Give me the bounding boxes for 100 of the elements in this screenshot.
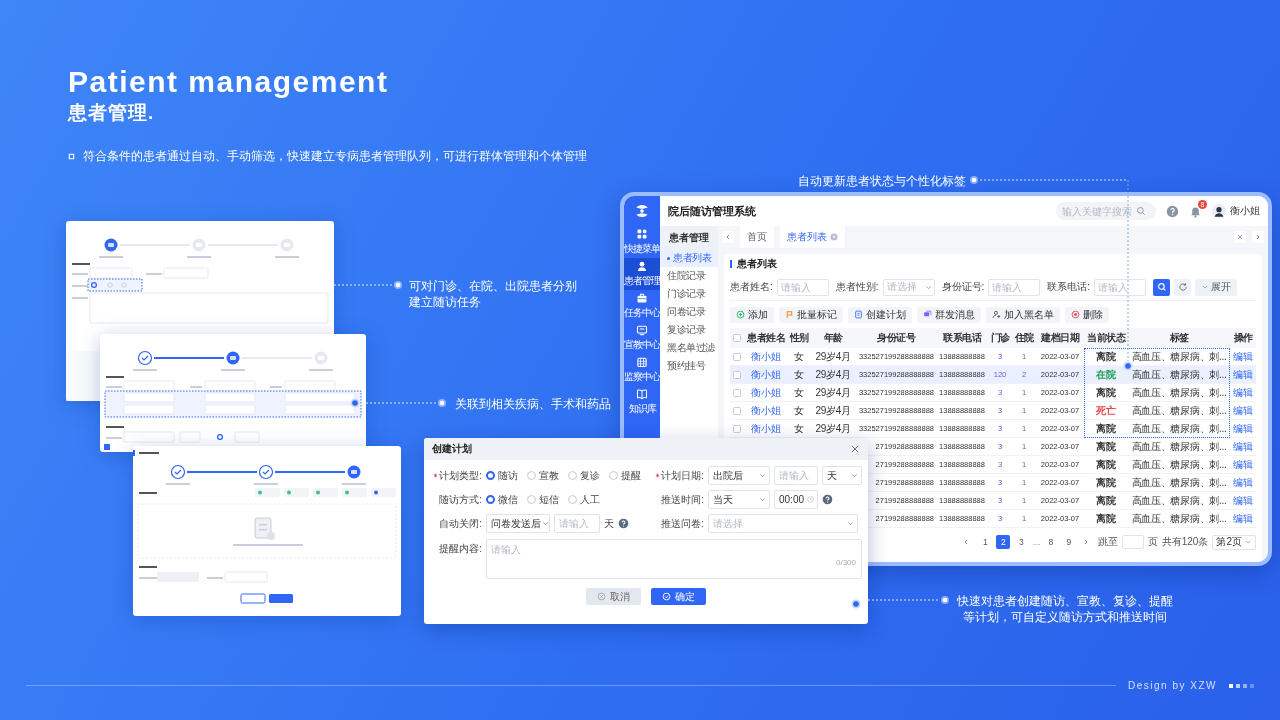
patient-name-link[interactable]: 衡小姐 bbox=[751, 403, 781, 418]
patient-name-link[interactable]: 衡小姐 bbox=[751, 367, 781, 382]
status-text: 死亡 bbox=[1096, 403, 1116, 418]
patient-name-link[interactable]: 衡小姐 bbox=[751, 349, 781, 364]
checkbox[interactable] bbox=[733, 370, 741, 379]
callout-dot bbox=[438, 399, 446, 407]
page-button[interactable]: 3 bbox=[1014, 535, 1029, 549]
edit-link[interactable]: 编辑 bbox=[1233, 493, 1253, 508]
submenu-item[interactable]: 住院记录 bbox=[660, 267, 718, 285]
radio-option[interactable]: 复诊 bbox=[568, 468, 605, 483]
radio-option[interactable]: 提醒 bbox=[609, 468, 646, 483]
submenu-item[interactable]: 预约挂号 bbox=[660, 357, 718, 375]
toolbar-button[interactable]: 批量标记 bbox=[779, 306, 843, 323]
page-button[interactable]: 8 bbox=[1043, 535, 1058, 549]
confirm-button[interactable]: 确定 bbox=[651, 588, 706, 605]
table-cell: 高血压、糖尿病、刺... bbox=[1131, 385, 1227, 400]
toolbar-button[interactable]: 添加 bbox=[730, 306, 774, 323]
bell-icon bbox=[1189, 204, 1202, 218]
select-field[interactable]: 问卷发送后 bbox=[486, 514, 550, 533]
expand-button[interactable]: 展开 bbox=[1195, 278, 1238, 296]
submenu-item[interactable]: 问卷记录 bbox=[660, 303, 718, 321]
edit-link[interactable]: 编辑 bbox=[1233, 421, 1253, 436]
edit-link[interactable]: 编辑 bbox=[1233, 511, 1253, 526]
status-text: 离院 bbox=[1096, 385, 1116, 400]
close-all-button[interactable] bbox=[1234, 231, 1246, 243]
page-select[interactable]: 第2页 bbox=[1212, 534, 1256, 550]
checkbox[interactable] bbox=[733, 334, 741, 342]
submenu-item[interactable]: 患者列表 bbox=[660, 249, 718, 267]
table-cell: 高血压、糖尿病、刺... bbox=[1131, 349, 1227, 364]
table-cell: 高血压、糖尿病、刺... bbox=[1131, 367, 1227, 382]
page-tab[interactable]: 患者列表 bbox=[780, 226, 845, 248]
toolbar-button[interactable]: 加入黑名单 bbox=[986, 306, 1060, 323]
radio-option[interactable]: 短信 bbox=[527, 492, 564, 507]
reset-button[interactable] bbox=[1174, 278, 1192, 296]
text-input[interactable]: 请输入 bbox=[1094, 278, 1147, 296]
submenu-item[interactable]: 复诊记录 bbox=[660, 321, 718, 339]
column-header: 年龄 bbox=[823, 331, 843, 345]
edit-link[interactable]: 编辑 bbox=[1233, 475, 1253, 490]
edit-link[interactable]: 编辑 bbox=[1233, 367, 1253, 382]
search-icon bbox=[1156, 282, 1167, 292]
radio-option[interactable]: 微信 bbox=[486, 492, 523, 507]
scroll-right-button[interactable] bbox=[1252, 231, 1264, 243]
radio-option[interactable]: 人工 bbox=[568, 492, 605, 507]
clock-icon bbox=[806, 495, 815, 504]
chevron-left-icon bbox=[724, 233, 732, 241]
text-input[interactable]: 请输入 bbox=[988, 278, 1041, 296]
field-label: 计划日期: bbox=[661, 468, 704, 483]
select-field[interactable]: 出院后 bbox=[708, 466, 770, 485]
text-input[interactable]: 请输入 bbox=[554, 514, 600, 533]
edit-link[interactable]: 编辑 bbox=[1233, 439, 1253, 454]
toolbar-button[interactable]: 删除 bbox=[1065, 306, 1109, 323]
nav-rail-item[interactable]: 知识库 bbox=[624, 386, 660, 418]
edit-link[interactable]: 编辑 bbox=[1233, 385, 1253, 400]
help-icon bbox=[618, 518, 629, 529]
checkbox[interactable] bbox=[733, 406, 741, 415]
bullet-icon bbox=[68, 153, 75, 160]
radio-option[interactable]: 随访 bbox=[486, 468, 523, 483]
scroll-left-button[interactable] bbox=[722, 231, 734, 243]
page-input[interactable] bbox=[1121, 535, 1144, 549]
edit-link[interactable]: 编辑 bbox=[1233, 457, 1253, 472]
page-button[interactable]: 1 bbox=[978, 535, 993, 549]
checkbox[interactable] bbox=[733, 388, 741, 397]
text-input[interactable]: 请输入 bbox=[774, 466, 818, 485]
nav-rail-item[interactable]: 监察中心 bbox=[624, 354, 660, 386]
patient-name-link[interactable]: 衡小姐 bbox=[751, 385, 781, 400]
nav-rail-item[interactable]: 宣教中心 bbox=[624, 322, 660, 354]
close-button[interactable] bbox=[850, 444, 860, 454]
page-button[interactable]: 2 bbox=[996, 535, 1011, 549]
table-cell: 29岁4月 bbox=[815, 421, 851, 436]
cancel-button[interactable]: 取消 bbox=[586, 588, 641, 605]
nav-rail-item[interactable]: 快捷菜单 bbox=[624, 226, 660, 258]
help-icon bbox=[1166, 204, 1179, 218]
page-tab[interactable]: 首页 bbox=[740, 226, 774, 248]
time-field[interactable]: 00:00 bbox=[774, 490, 818, 509]
field-label: 联系电话: bbox=[1047, 280, 1091, 294]
submenu-item[interactable]: 门诊记录 bbox=[660, 285, 718, 303]
field-label: 推送问卷: bbox=[661, 516, 704, 531]
nav-rail-item[interactable]: 任务中心 bbox=[624, 290, 660, 322]
edit-link[interactable]: 编辑 bbox=[1233, 403, 1253, 418]
nav-rail-item[interactable]: 患者管理 bbox=[624, 258, 660, 290]
toolbar-button[interactable]: 创建计划 bbox=[848, 306, 912, 323]
edit-link[interactable]: 编辑 bbox=[1233, 349, 1253, 364]
page-button[interactable]: 9 bbox=[1061, 535, 1076, 549]
checkbox[interactable] bbox=[733, 352, 741, 361]
checkbox[interactable] bbox=[733, 424, 741, 433]
toolbar-button[interactable]: 群发消息 bbox=[917, 306, 981, 323]
patient-name-link[interactable]: 衡小姐 bbox=[751, 421, 781, 436]
callout-text: 快速对患者创建随访、宣教、复诊、提醒 bbox=[957, 593, 1173, 609]
table-cell: 女 bbox=[794, 367, 804, 382]
text-input[interactable]: 请输入 bbox=[776, 278, 829, 296]
select-field[interactable]: 天 bbox=[822, 466, 862, 485]
check-circle-icon bbox=[662, 592, 671, 601]
search-button[interactable] bbox=[1153, 278, 1171, 296]
field-label: 随访方式: bbox=[439, 492, 482, 507]
submenu-item[interactable]: 黑名单过滤 bbox=[660, 339, 718, 357]
status-text: 离院 bbox=[1096, 421, 1116, 436]
select-field[interactable]: 当天 bbox=[708, 490, 770, 509]
table-cell: 29岁4月 bbox=[815, 367, 851, 382]
radio-option[interactable]: 宣教 bbox=[527, 468, 564, 483]
close-icon bbox=[1236, 233, 1244, 241]
